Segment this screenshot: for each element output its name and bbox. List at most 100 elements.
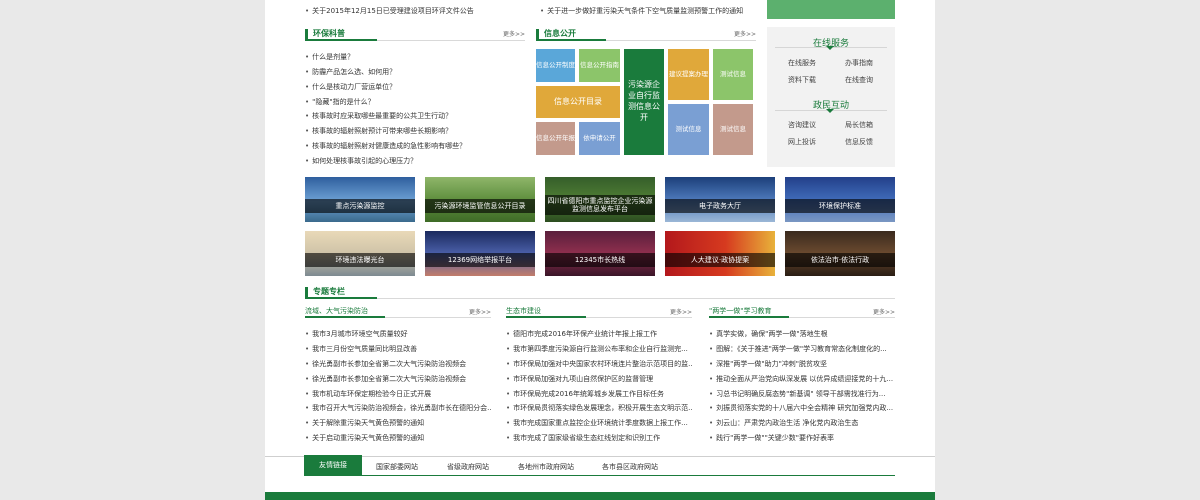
env-science-header: 环保科普 更多>>	[305, 27, 525, 41]
image-link-caption: 重点污染源监控	[305, 199, 415, 213]
info-tile-apply[interactable]: 依申请公开	[579, 122, 620, 155]
friendly-links-tab[interactable]: 友情链接	[304, 455, 362, 475]
list-item[interactable]: 深推"两学一做"助力"冲刺"脱贫攻坚	[709, 359, 895, 369]
list-item[interactable]: 如何处理核事故引起的心理压力？	[305, 156, 525, 166]
image-link-pollution-monitor[interactable]: 重点污染源监控	[305, 177, 415, 222]
special-column-header: 流域、大气污染防治 更多>>	[305, 306, 491, 318]
image-link-monitor-platform[interactable]: 四川省德阳市重点监控企业污染源监测信息发布平台	[545, 177, 655, 222]
list-item[interactable]: 德阳市完成2016年环保产业统计年报上报工作	[506, 329, 692, 339]
page: 关于2015年12月15日已受理建设项目环评文件公告 关于进一步做好重污染天气条…	[265, 0, 935, 500]
special-column-title[interactable]: "两学一做"学习教育	[709, 306, 771, 316]
image-link-caption: 电子政务大厅	[665, 199, 775, 213]
top-news-link[interactable]: 关于进一步做好重污染天气条件下空气质量监测预警工作的通知	[540, 6, 743, 16]
info-tile-test[interactable]: 测试信息	[668, 104, 709, 155]
image-link-supervision-catalog[interactable]: 污染源环境监管信息公开目录	[425, 177, 535, 222]
special-column-more-link[interactable]: 更多>>	[873, 307, 895, 316]
list-item[interactable]: 核事故的辐射照射预计可带来哪些长期影响？	[305, 126, 525, 136]
info-tile-test[interactable]: 测试信息	[713, 49, 753, 100]
list-item[interactable]: 我市机动车环保定期检验今日正式开展	[305, 389, 491, 399]
list-item[interactable]: "隐藏"指的是什么？	[305, 97, 525, 107]
interaction-link[interactable]: 网上投诉	[788, 137, 816, 147]
image-link-12345-hotline[interactable]: 12345市长热线	[545, 231, 655, 276]
service-link[interactable]: 在线查询	[845, 75, 873, 85]
list-item[interactable]: 刘振贯彻落实党的十八届六中全会精神 研究加强党内政...	[709, 403, 895, 413]
special-column-header: "两学一做"学习教育 更多>>	[709, 306, 895, 318]
env-science-title: 环保科普	[313, 29, 345, 38]
list-item[interactable]: 我市第四季度污染源自行监测公布率和企业自行监测完...	[506, 344, 692, 354]
friendly-link[interactable]: 国家部委网站	[376, 462, 418, 472]
info-tile-guide[interactable]: 信息公开指南	[579, 49, 620, 82]
info-tile-test[interactable]: 测试信息	[713, 104, 753, 155]
list-item[interactable]: 防霾产品怎么选、如何用？	[305, 67, 525, 77]
list-item[interactable]: 市环保局加强对九项山自然保护区的监督管理	[506, 374, 692, 384]
caret-down-icon	[826, 46, 834, 50]
friendly-link[interactable]: 各市县区政府网站	[602, 462, 658, 472]
special-column-more-link[interactable]: 更多>>	[670, 307, 692, 316]
image-link-caption: 环境保护标准	[785, 199, 895, 213]
list-item[interactable]: 关于解除重污染天气黄色预警的通知	[305, 418, 491, 428]
section-underline	[305, 316, 385, 318]
interaction-link[interactable]: 信息反馈	[845, 137, 873, 147]
info-tile-annual[interactable]: 信息公开年报	[536, 122, 575, 155]
list-item[interactable]: 习总书记明确反腐态势"新基调" 领导干部需找准行为...	[709, 389, 895, 399]
info-tile-proposal[interactable]: 建议提案办理	[668, 49, 709, 100]
list-item[interactable]: 市环保局贯彻落实绿色发展理念，积极开展生态文明示范...	[506, 403, 692, 413]
service-link[interactable]: 办事指南	[845, 58, 873, 68]
list-item[interactable]: 什么是剂量？	[305, 52, 525, 62]
list-item[interactable]: 核事故时应采取哪些最重要的公共卫生行动？	[305, 111, 525, 121]
info-tile-system[interactable]: 信息公开制度	[536, 49, 575, 82]
list-item[interactable]: 我市3月城市环境空气质量较好	[305, 329, 491, 339]
list-item[interactable]: 关于启动重污染天气黄色预警的通知	[305, 433, 491, 443]
image-link-e-government[interactable]: 电子政务大厅	[665, 177, 775, 222]
service-link[interactable]: 资料下载	[788, 75, 816, 85]
list-item[interactable]: 推动全面从严治党向纵深发展 以优异成绩迎接党的十九...	[709, 374, 895, 384]
caret-down-icon	[826, 109, 834, 113]
image-link-caption: 污染源环境监管信息公开目录	[425, 199, 535, 213]
friendly-link[interactable]: 省级政府网站	[447, 462, 489, 472]
special-column-header: 生态市建设 更多>>	[506, 306, 692, 318]
top-news-link[interactable]: 关于2015年12月15日已受理建设项目环评文件公告	[305, 6, 474, 16]
info-tile-enterprise[interactable]: 污染源企业自行监测信息公开	[624, 49, 664, 155]
list-item[interactable]: 践行"两学一做""关键少数"要作好表率	[709, 433, 895, 443]
interaction-link[interactable]: 局长信箱	[845, 120, 873, 130]
image-link-12369-platform[interactable]: 12369网络举报平台	[425, 231, 535, 276]
interaction-link[interactable]: 咨询建议	[788, 120, 816, 130]
image-link-env-standards[interactable]: 环境保护标准	[785, 177, 895, 222]
image-link-rule-of-law[interactable]: 依法治市·依法行政	[785, 231, 895, 276]
list-item[interactable]: 图解：《关于推进"两学一做"学习教育常态化制度化的...	[709, 344, 895, 354]
divider	[304, 475, 895, 476]
friendly-link[interactable]: 各地州市政府网站	[518, 462, 574, 472]
list-item[interactable]: 核事故的辐射照射对健康造成的急性影响有哪些？	[305, 141, 525, 151]
image-link-violation-exposure[interactable]: 环境违法曝光台	[305, 231, 415, 276]
list-item[interactable]: 我市完成国家重点监控企业环境统计季度数据上报工作...	[506, 418, 692, 428]
special-column-title[interactable]: 流域、大气污染防治	[305, 306, 368, 316]
special-title: 专题专栏	[313, 287, 345, 296]
list-item[interactable]: 什么是核动力厂营运单位？	[305, 82, 525, 92]
list-item[interactable]: 我市三月份空气质量同比明显改善	[305, 344, 491, 354]
list-item[interactable]: 我市召开大气污染防治视频会，徐光勇副市长在德阳分会...	[305, 403, 491, 413]
list-item[interactable]: 市环保局完成2016年统筹城乡发展工作目标任务	[506, 389, 692, 399]
info-tile-catalog[interactable]: 信息公开目录	[536, 86, 620, 118]
info-public-title: 信息公开	[544, 29, 576, 38]
list-item[interactable]: 徐光勇副市长参加全省第二次大气污染防治视频会	[305, 359, 491, 369]
image-link-caption: 人大建议·政协提案	[665, 253, 775, 267]
special-column-title[interactable]: 生态市建设	[506, 306, 541, 316]
list-item[interactable]: 我市完成了国家级省级生态红线划定和识别工作	[506, 433, 692, 443]
info-public-more-link[interactable]: 更多>>	[734, 29, 756, 38]
section-underline	[305, 297, 377, 299]
image-link-caption: 12345市长热线	[545, 253, 655, 267]
service-link[interactable]: 在线服务	[788, 58, 816, 68]
image-link-caption: 12369网络举报平台	[425, 253, 535, 267]
list-item[interactable]: 市环保局加强对中央国家农村环境连片整治示范项目的监...	[506, 359, 692, 369]
section-marker	[305, 287, 308, 297]
divider	[265, 456, 935, 457]
section-underline	[305, 39, 377, 41]
section-underline	[709, 316, 789, 318]
special-column-more-link[interactable]: 更多>>	[469, 307, 491, 316]
image-link-npc-proposals[interactable]: 人大建议·政协提案	[665, 231, 775, 276]
env-science-more-link[interactable]: 更多>>	[503, 29, 525, 38]
list-item[interactable]: 真学实做，确保"两学一做"落地生根	[709, 329, 895, 339]
list-item[interactable]: 徐光勇副市长参加全省第二次大气污染防治视频会	[305, 374, 491, 384]
list-item[interactable]: 刘云山：严肃党内政治生活 净化党内政治生态	[709, 418, 895, 428]
top-banner-block	[767, 0, 895, 19]
